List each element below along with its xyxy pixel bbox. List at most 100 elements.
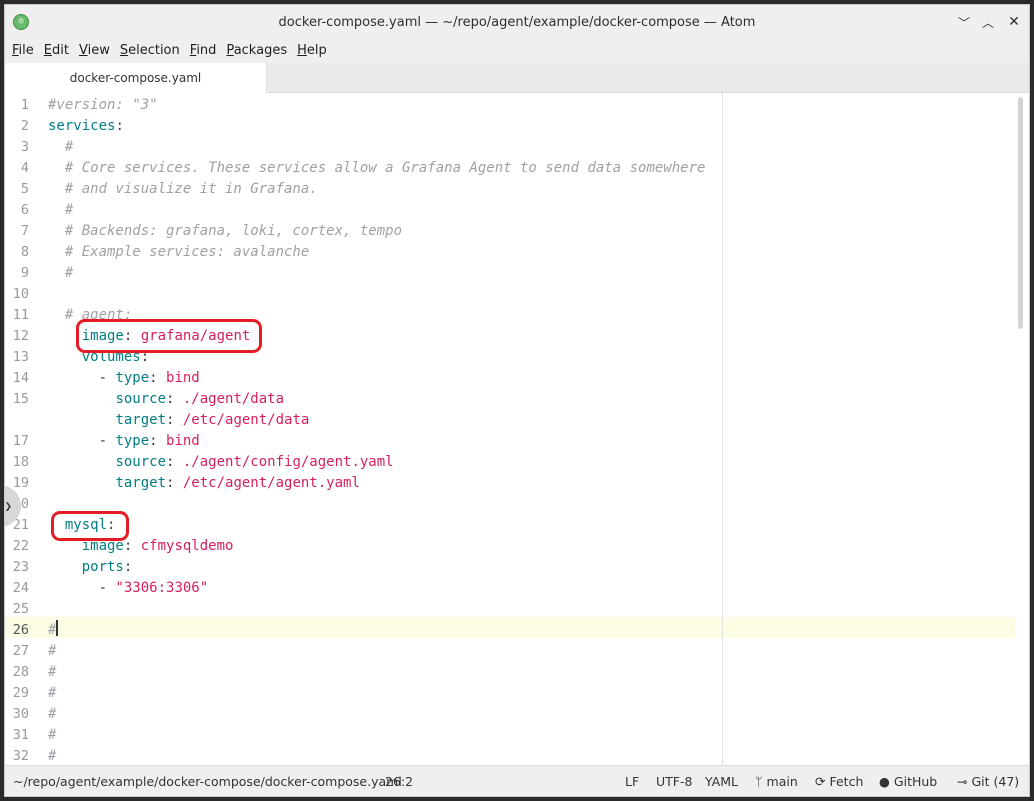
token-key: type (115, 370, 150, 386)
git-label: Git (47) (971, 774, 1020, 789)
status-github-button[interactable]: ● GitHub (879, 766, 937, 796)
code-line[interactable]: # (48, 725, 56, 746)
code-line[interactable]: # Example services: avalanche (48, 242, 309, 263)
tab-docker-compose-yaml[interactable]: docker-compose.yaml (5, 63, 267, 93)
token-plain: - (48, 370, 116, 386)
line-number[interactable]: 29 (5, 683, 29, 704)
code-line[interactable]: # (48, 137, 73, 158)
status-git-button[interactable]: ⊸ Git (47) (957, 766, 1020, 796)
code-line[interactable]: source: ./agent/config/agent.yaml (48, 452, 393, 473)
line-number[interactable]: 2 (5, 116, 29, 137)
code-line[interactable]: # (48, 662, 56, 683)
atom-icon: ⚛ (13, 14, 29, 30)
token-punct: : (166, 454, 183, 470)
code-line[interactable]: services: (48, 116, 124, 137)
menu-find[interactable]: Find (185, 39, 222, 63)
code-line[interactable]: # (48, 746, 56, 765)
close-icon: ✕ (1008, 14, 1020, 30)
menu-edit[interactable]: Edit (39, 39, 74, 63)
active-line-highlight (5, 617, 1015, 638)
menu-selection[interactable]: Selection (115, 39, 185, 63)
line-number[interactable]: 17 (5, 431, 29, 452)
token-comment: # (48, 685, 57, 701)
token-comment: # Example services: avalanche (48, 244, 310, 260)
text-editor[interactable]: 1234567891011121314151718192021222324252… (5, 93, 1029, 765)
line-number[interactable]: 30 (5, 704, 29, 725)
line-number[interactable]: 3 (5, 137, 29, 158)
tab-bar: docker-compose.yaml (5, 63, 1029, 93)
scrollbar-thumb[interactable] (1018, 97, 1023, 329)
minimize-button[interactable]: ﹀ (955, 13, 973, 31)
code-line[interactable]: #version: "3" (48, 95, 158, 116)
token-key: source (115, 454, 167, 470)
line-number[interactable]: 10 (5, 284, 29, 305)
code-line[interactable]: # and visualize it in Grafana. (48, 179, 318, 200)
github-icon: ● (879, 774, 890, 789)
status-grammar[interactable]: YAML (705, 766, 738, 796)
line-number[interactable]: 28 (5, 662, 29, 683)
code-line[interactable]: source: ./agent/data (48, 389, 284, 410)
token-comment: # (48, 664, 57, 680)
line-number[interactable]: 11 (5, 305, 29, 326)
code-line[interactable]: # (48, 683, 56, 704)
line-number[interactable]: 14 (5, 368, 29, 389)
code-line[interactable]: # (48, 704, 56, 725)
line-number[interactable]: 6 (5, 200, 29, 221)
status-line-ending[interactable]: LF (625, 766, 639, 796)
line-number-gutter[interactable]: 1234567891011121314151718192021222324252… (5, 93, 41, 765)
status-fetch-button[interactable]: ⟳ Fetch (815, 766, 863, 796)
token-comment: # (48, 748, 57, 764)
token-comment: # (48, 643, 57, 659)
line-number[interactable]: 5 (5, 179, 29, 200)
line-number[interactable]: 26 (5, 620, 29, 641)
code-line[interactable]: - "3306:3306" (48, 578, 209, 599)
menu-bar: File Edit View Selection Find Packages Help (5, 39, 1029, 63)
line-number[interactable]: 25 (5, 599, 29, 620)
line-number[interactable]: 27 (5, 641, 29, 662)
status-file-path[interactable]: ~/repo/agent/example/docker-compose/dock… (13, 766, 402, 796)
menu-packages[interactable]: Packages (221, 39, 292, 63)
line-number[interactable]: 8 (5, 242, 29, 263)
token-punct: : (166, 475, 183, 491)
line-number[interactable]: 4 (5, 158, 29, 179)
code-line[interactable]: ports: (48, 557, 133, 578)
line-number[interactable]: 31 (5, 725, 29, 746)
token-punct: : (123, 538, 141, 554)
maximize-button[interactable]: ︿ (979, 13, 997, 31)
token-key: target (115, 412, 167, 428)
title-bar[interactable]: ⚛ docker-compose.yaml — ~/repo/agent/exa… (5, 5, 1029, 39)
token-str: bind (166, 433, 200, 449)
line-number[interactable]: 12 (5, 326, 29, 347)
token-plain: - (48, 580, 116, 596)
line-number[interactable]: 23 (5, 557, 29, 578)
line-number[interactable]: 15 (5, 389, 29, 410)
code-line[interactable]: # Core services. These services allow a … (48, 158, 706, 179)
line-number[interactable]: 22 (5, 536, 29, 557)
line-number[interactable]: 9 (5, 263, 29, 284)
code-line[interactable]: # (48, 263, 73, 284)
code-line[interactable]: - type: bind (48, 431, 200, 452)
status-branch[interactable]: ᛘ main (755, 766, 798, 796)
status-cursor-position[interactable]: 26:2 (385, 766, 413, 796)
code-line[interactable]: # Backends: grafana, loki, cortex, tempo (48, 221, 402, 242)
line-number[interactable]: 7 (5, 221, 29, 242)
code-line[interactable]: # (48, 641, 56, 662)
line-number[interactable]: 24 (5, 578, 29, 599)
menu-file[interactable]: File (7, 39, 39, 63)
line-number[interactable]: 32 (5, 746, 29, 765)
status-encoding[interactable]: UTF-8 (656, 766, 692, 796)
token-punct: : (166, 412, 183, 428)
line-number[interactable] (5, 410, 29, 431)
code-line[interactable]: target: /etc/agent/agent.yaml (48, 473, 360, 494)
menu-view[interactable]: View (74, 39, 115, 63)
code-line[interactable]: - type: bind (48, 368, 200, 389)
code-line[interactable]: # (48, 200, 73, 221)
token-str: /etc/agent/agent.yaml (182, 475, 360, 491)
menu-help[interactable]: Help (292, 39, 332, 63)
line-number[interactable]: 18 (5, 452, 29, 473)
line-number[interactable]: 1 (5, 95, 29, 116)
code-line[interactable]: target: /etc/agent/data (48, 410, 309, 431)
line-number[interactable]: 13 (5, 347, 29, 368)
close-button[interactable]: ✕ (1005, 13, 1023, 31)
